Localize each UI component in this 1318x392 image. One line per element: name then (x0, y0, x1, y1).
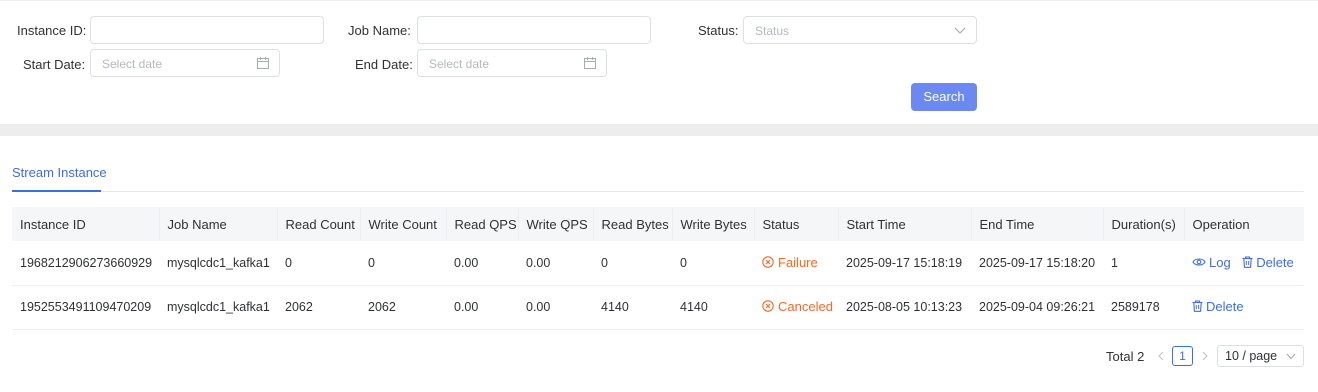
delete-label: Delete (1256, 254, 1294, 270)
status-cell: Canceled (754, 285, 838, 330)
chevron-down-icon (1286, 353, 1296, 360)
read-count-cell: 2062 (277, 285, 360, 330)
start-time-cell: 2025-08-05 10:13:23 (838, 285, 971, 330)
status-text: Failure (778, 254, 818, 270)
job-name-cell: mysqlcdc1_kafka1 (159, 285, 277, 330)
trash-icon (1192, 300, 1203, 313)
start-date-placeholder: Select date (102, 57, 163, 71)
column-header: Operation (1184, 207, 1304, 241)
column-header: Duration(s) (1103, 207, 1185, 241)
write-bytes-cell: 0 (672, 241, 754, 286)
start-time-cell: 2025-09-17 15:18:19 (838, 241, 971, 286)
chevron-down-icon (954, 27, 966, 34)
tab-stream-instance[interactable]: Stream Instance (12, 165, 107, 180)
calendar-icon (257, 57, 269, 69)
eye-icon (1192, 258, 1206, 266)
column-header: Read Bytes (593, 207, 673, 241)
instance-table: Instance ID Job Name Read Count Write Co… (12, 207, 1304, 330)
instance-id-input[interactable] (90, 16, 324, 44)
filter-panel: Instance ID: Job Name: Status: Status St… (0, 0, 1318, 124)
page-size-select[interactable]: 10 / page (1217, 345, 1304, 367)
circle-x-icon (762, 300, 774, 312)
status-badge: Canceled (762, 299, 833, 314)
log-button[interactable]: Log (1192, 255, 1231, 270)
column-header: End Time (971, 207, 1104, 241)
chevron-left-icon[interactable] (1155, 348, 1167, 364)
trash-icon (1242, 256, 1253, 268)
operation-cell: Delete (1184, 285, 1304, 330)
status-select[interactable]: Status (743, 16, 977, 44)
end-time-cell: 2025-09-17 15:18:20 (971, 241, 1103, 286)
pagination-total: Total 2 (1106, 349, 1145, 364)
read-qps-cell: 0.00 (446, 285, 518, 330)
write-qps-cell: 0.00 (518, 285, 593, 330)
status-cell: Failure (754, 241, 838, 286)
read-bytes-cell: 0 (593, 241, 672, 286)
column-header: Status (754, 207, 839, 241)
end-date-picker[interactable]: Select date (417, 49, 607, 77)
read-bytes-cell: 4140 (593, 285, 672, 330)
status-label: Status: (698, 23, 739, 38)
write-count-cell: 0 (360, 241, 446, 286)
delete-button[interactable]: Delete (1242, 255, 1294, 270)
write-qps-cell: 0.00 (518, 241, 593, 286)
tab-bar: Stream Instance (12, 152, 1304, 192)
duration-cell: 1 (1103, 241, 1184, 286)
column-header: Start Time (838, 207, 972, 241)
read-qps-cell: 0.00 (446, 241, 518, 286)
instance-id-cell: 1968212906273660929 (12, 241, 159, 286)
column-header: Read QPS (446, 207, 519, 241)
start-date-picker[interactable]: Select date (90, 49, 280, 77)
instance-id-label: Instance ID: (17, 23, 87, 38)
column-header: Write Bytes (672, 207, 755, 241)
circle-x-icon (762, 256, 774, 268)
instance-id-cell: 1952553491109470209 (12, 285, 159, 330)
section-divider (0, 124, 1318, 136)
active-tab-indicator (12, 190, 101, 192)
column-header: Instance ID (12, 207, 160, 241)
delete-label: Delete (1206, 298, 1244, 314)
job-name-cell: mysqlcdc1_kafka1 (159, 241, 277, 286)
write-count-cell: 2062 (360, 285, 446, 330)
status-text: Canceled (778, 298, 833, 314)
start-date-label: Start Date: (23, 57, 86, 72)
calendar-icon (584, 57, 596, 69)
end-date-placeholder: Select date (429, 57, 490, 71)
end-time-cell: 2025-09-04 09:26:21 (971, 285, 1103, 330)
operation-cell: Log Delete (1184, 241, 1304, 286)
write-bytes-cell: 4140 (672, 285, 754, 330)
read-count-cell: 0 (277, 241, 360, 286)
end-date-label: End Date: (355, 57, 413, 72)
table-header-row: Instance ID Job Name Read Count Write Co… (12, 207, 1304, 241)
chevron-right-icon[interactable] (1199, 348, 1211, 364)
duration-cell: 2589178 (1103, 285, 1184, 330)
delete-button[interactable]: Delete (1192, 299, 1244, 314)
log-label: Log (1209, 254, 1231, 270)
table-row: 1952553491109470209 mysqlcdc1_kafka1 206… (12, 285, 1304, 330)
job-name-label: Job Name: (348, 23, 411, 38)
column-header: Write Count (360, 207, 447, 241)
status-placeholder: Status (755, 24, 790, 38)
column-header: Read Count (277, 207, 361, 241)
page-number-current[interactable]: 1 (1172, 346, 1193, 366)
column-header: Write QPS (518, 207, 594, 241)
status-badge: Failure (762, 255, 818, 270)
job-name-input[interactable] (417, 16, 651, 44)
search-button[interactable]: Search (911, 83, 977, 111)
column-header: Job Name (159, 207, 278, 241)
page-size-value: 10 / page (1225, 349, 1278, 363)
table-row: 1968212906273660929 mysqlcdc1_kafka1 0 0… (12, 241, 1304, 286)
